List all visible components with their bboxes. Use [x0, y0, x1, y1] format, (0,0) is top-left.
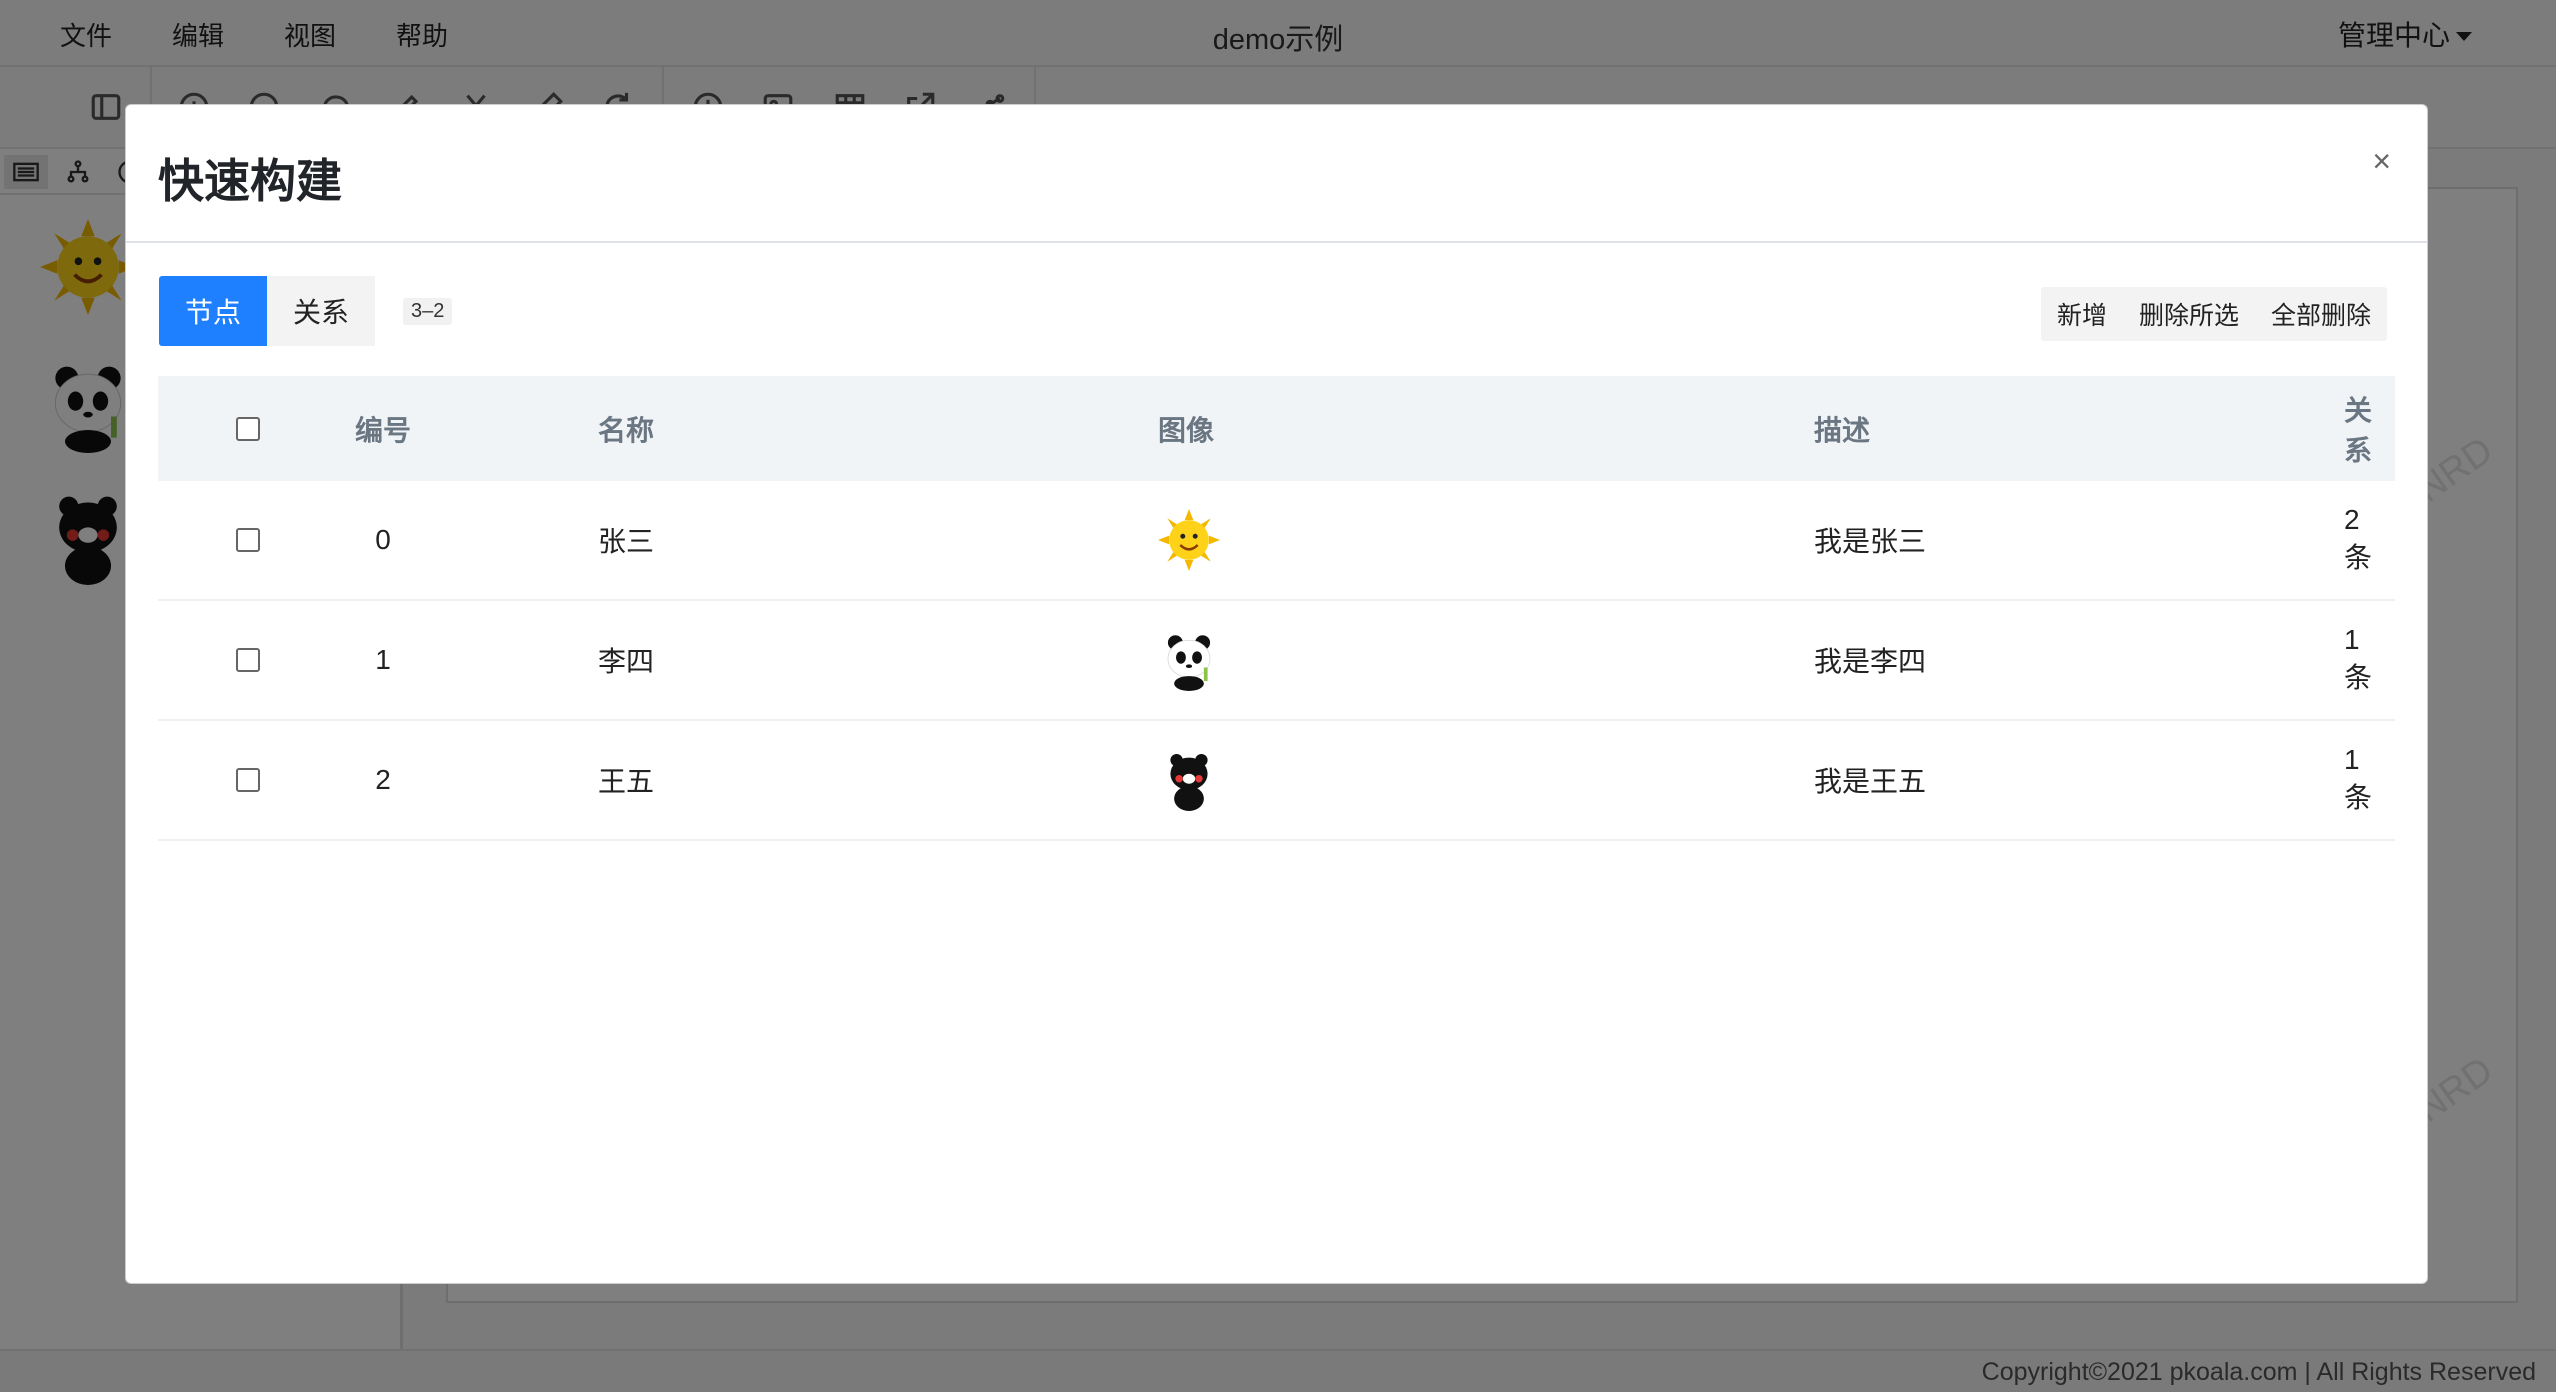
row-id: 1: [375, 644, 391, 675]
modal-title: 快速构建: [158, 155, 342, 207]
quick-build-modal: 快速构建 × 节点 关系 3–2 新增 删除所选 全部删除 编号 名称 图像 描…: [125, 104, 2428, 1284]
header-image[interactable]: 图像: [1158, 376, 1214, 481]
action-buttons: 新增 删除所选 全部删除: [2040, 287, 2387, 341]
row-image-cell: [1158, 721, 1220, 839]
row-name: 李四: [598, 646, 655, 677]
panda-avatar: [1167, 635, 1211, 691]
row-name: 张三: [598, 526, 655, 557]
delete-selected-button[interactable]: 删除所选: [2123, 287, 2255, 341]
table-row[interactable]: 0 张三 我是张三 2条: [158, 481, 2395, 601]
row-name: 王五: [598, 766, 655, 797]
view-tabs: 节点 关系: [159, 276, 376, 346]
row-image-cell: [1158, 601, 1220, 719]
count-badge: 3–2: [403, 298, 453, 325]
nodes-table: 编号 名称 图像 描述 关系 0 张三 我是张三 2条 1 李四 我是李四 1条…: [158, 376, 2395, 841]
row-id: 0: [375, 524, 391, 555]
row-description: 我是李四: [1814, 646, 1927, 677]
row-id: 2: [375, 764, 391, 795]
header-name[interactable]: 名称: [598, 376, 654, 481]
table-header: 编号 名称 图像 描述 关系: [158, 376, 2395, 481]
row-image-cell: [1158, 481, 1220, 599]
tab-relations[interactable]: 关系: [267, 276, 376, 346]
delete-all-button[interactable]: 全部删除: [2255, 287, 2387, 341]
modal-header: 快速构建 ×: [126, 105, 2427, 243]
table-row[interactable]: 2 王五 我是王五 1条: [158, 721, 2395, 841]
header-id[interactable]: 编号: [158, 376, 608, 481]
tab-nodes[interactable]: 节点: [159, 276, 268, 346]
bear-avatar: [1170, 753, 1208, 811]
row-description: 我是王五: [1814, 766, 1927, 797]
add-button[interactable]: 新增: [2041, 287, 2123, 341]
table-row[interactable]: 1 李四 我是李四 1条: [158, 601, 2395, 721]
sun-avatar: [1158, 509, 1220, 571]
close-icon[interactable]: ×: [2372, 143, 2391, 180]
header-description[interactable]: 描述: [1814, 376, 1870, 481]
row-description: 我是张三: [1814, 526, 1927, 557]
